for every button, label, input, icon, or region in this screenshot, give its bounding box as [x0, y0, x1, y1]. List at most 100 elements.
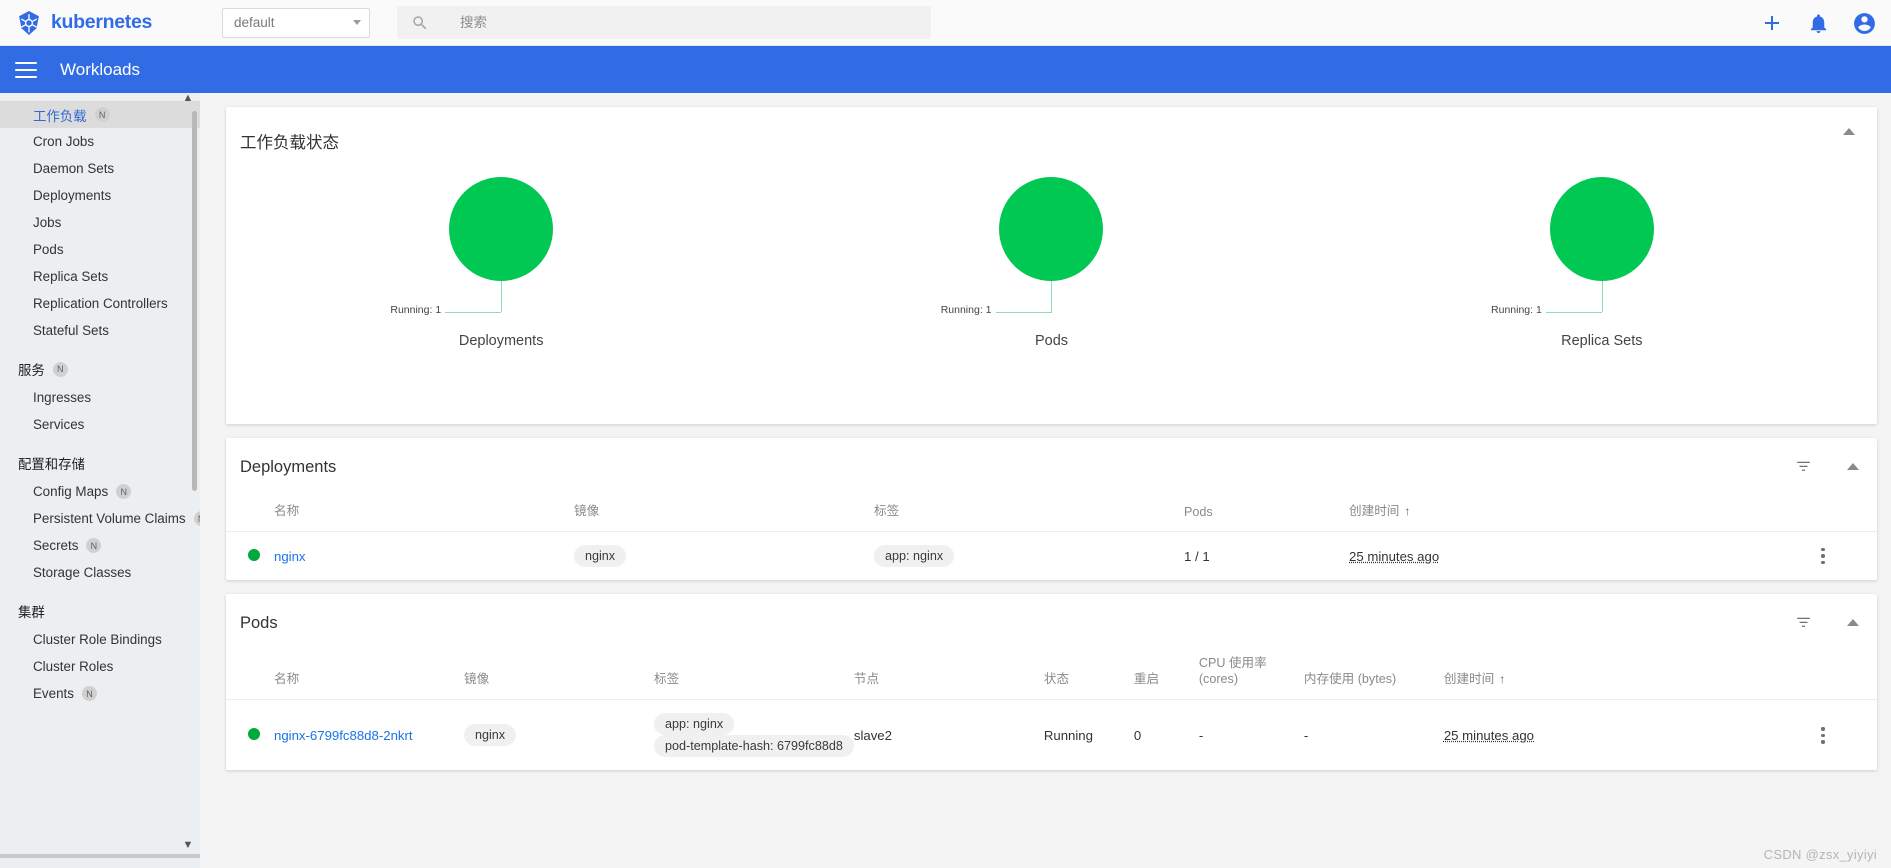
- pods-th-image[interactable]: 镜像: [464, 647, 654, 701]
- graph-legend-label: Running: 1: [1491, 304, 1542, 316]
- sidebar: ▲ 工作负载 N Cron Jobs Daemon Sets Deployments Jo…: [0, 93, 200, 868]
- namespaced-badge: N: [81, 686, 97, 701]
- pods-th-created[interactable]: 创建时间 ↑: [1443, 647, 1821, 701]
- search-box[interactable]: [397, 6, 931, 39]
- th-pods[interactable]: Pods: [1184, 491, 1349, 532]
- workload-status-graphs: Running: 1 Deployments Running: 1 Pods Runni…: [226, 159, 1877, 389]
- sidebar-item-events[interactable]: Events N: [0, 680, 200, 707]
- sidebar-item-daemon-sets[interactable]: Daemon Sets: [0, 155, 200, 182]
- sidebar-scrollbar[interactable]: [192, 111, 197, 491]
- workload-status-card: 工作负载状态 Running: 1 Deployments Running: 1 Po…: [226, 107, 1877, 424]
- label-chip: nginx: [464, 724, 517, 747]
- sidebar-item-label: Daemon Sets: [33, 161, 115, 176]
- th-created-label: 创建时间: [1349, 504, 1400, 518]
- sidebar-item-label: Cluster Role Bindings: [33, 632, 162, 647]
- status-donut[interactable]: [1549, 177, 1654, 281]
- more-options-icon[interactable]: [1821, 727, 1825, 744]
- sidebar-item-cluster-roles[interactable]: Cluster Roles: [0, 653, 200, 680]
- pod-created-value[interactable]: 25 minutes ago: [1444, 728, 1534, 743]
- sidebar-item-cluster-role-bindings[interactable]: Cluster Role Bindings: [0, 626, 200, 653]
- pods-filter-icon[interactable]: [1794, 613, 1813, 632]
- sidebar-bottom-divider: [0, 854, 200, 858]
- pods-th-name[interactable]: 名称: [274, 647, 464, 701]
- workload-graph-pods: Running: 1 Pods: [776, 159, 1326, 389]
- pods-th-state[interactable]: 状态: [1043, 647, 1134, 701]
- deployment-created-value[interactable]: 25 minutes ago: [1349, 549, 1439, 564]
- sidebar-item-stateful-sets[interactable]: Stateful Sets: [0, 317, 200, 344]
- sidebar-item-services[interactable]: Services: [0, 411, 200, 438]
- pods-th-memory[interactable]: 内存使用 (bytes): [1303, 647, 1444, 701]
- leader-line-vertical: [501, 281, 503, 312]
- th-image[interactable]: 镜像: [574, 491, 874, 532]
- sidebar-item-label: Pods: [33, 242, 64, 257]
- sidebar-item-deployments[interactable]: Deployments: [0, 182, 200, 209]
- sidebar-scroll-down-icon[interactable]: ▼: [179, 836, 197, 854]
- pod-restarts: 0: [1133, 727, 1142, 743]
- deployments-collapse-chevron-up-icon[interactable]: [1847, 463, 1859, 470]
- page-title: Workloads: [60, 59, 140, 79]
- sidebar-item-config-maps[interactable]: Config Maps N: [0, 478, 200, 505]
- sidebar-item-label: Jobs: [33, 215, 62, 230]
- row-status-indicator: [226, 532, 274, 581]
- sidebar-item-label: Ingresses: [33, 390, 92, 405]
- deployments-card: Deployments 名称 镜像 标签 Pods 创建时间 ↑ nginx n…: [226, 438, 1877, 580]
- pods-th-cpu-line1: CPU 使用率: [1198, 656, 1267, 670]
- table-row[interactable]: nginx-6799fc88d8-2nkrt nginx app: nginx pod…: [226, 700, 1877, 771]
- bell-icon[interactable]: [1805, 10, 1831, 36]
- namespaced-badge: N: [116, 484, 132, 499]
- graph-legend-leader: Running: 1: [226, 281, 776, 323]
- sidebar-item-replica-sets[interactable]: Replica Sets: [0, 263, 200, 290]
- th-created[interactable]: 创建时间 ↑: [1349, 491, 1821, 532]
- sidebar-item-storage-classes[interactable]: Storage Classes: [0, 559, 200, 586]
- sidebar-item-cron-jobs[interactable]: Cron Jobs: [0, 128, 200, 155]
- pod-row-actions[interactable]: [1821, 700, 1877, 771]
- pods-th-cpu[interactable]: CPU 使用率 (cores): [1198, 647, 1304, 701]
- sidebar-item-工作负载[interactable]: 工作负载 N: [0, 101, 200, 128]
- workload-status-title: 工作负载状态: [240, 134, 339, 152]
- more-options-icon[interactable]: [1821, 547, 1825, 565]
- pods-th-actions: [1821, 647, 1877, 701]
- sidebar-item-secrets[interactable]: Secrets N: [0, 532, 200, 559]
- collapse-chevron-up-icon[interactable]: [1843, 128, 1855, 135]
- th-status: [226, 491, 274, 532]
- pod-created[interactable]: 25 minutes ago: [1444, 700, 1821, 771]
- deployment-row-actions[interactable]: [1821, 532, 1877, 581]
- sidebar-item-ingresses[interactable]: Ingresses: [0, 384, 200, 411]
- sidebar-item-jobs[interactable]: Jobs: [0, 209, 200, 236]
- sidebar-item-label: Stateful Sets: [33, 323, 109, 338]
- namespace-selector[interactable]: default: [222, 7, 370, 38]
- label-chip: app: nginx: [654, 713, 735, 736]
- pods-th-restarts[interactable]: 重启: [1133, 647, 1199, 701]
- status-donut[interactable]: [449, 177, 554, 281]
- pods-th-cpu-line2: (cores): [1198, 671, 1239, 686]
- sort-asc-icon: ↑: [1404, 504, 1411, 518]
- sidebar-item-replication-controllers[interactable]: Replication Controllers: [0, 290, 200, 317]
- sidebar-item-label: Persistent Volume Claims: [33, 511, 186, 526]
- brand[interactable]: kubernetes: [0, 10, 206, 36]
- deployment-created[interactable]: 25 minutes ago: [1349, 532, 1821, 581]
- plus-icon[interactable]: [1759, 10, 1785, 36]
- pod-memory: -: [1303, 727, 1309, 743]
- pods-table: 名称 镜像 标签 节点 状态 重启 CPU 使用率 (cores) 内存使用 (…: [226, 647, 1877, 770]
- pods-card: Pods 名称 镜像 标签 节点 状态 重启 CPU 使用率 (cores) 内…: [226, 594, 1877, 771]
- pod-name-value[interactable]: nginx-6799fc88d8-2nkrt: [274, 728, 413, 743]
- search-input[interactable]: [460, 15, 917, 30]
- pods-th-labels[interactable]: 标签: [654, 647, 854, 701]
- pods-collapse-chevron-up-icon[interactable]: [1847, 619, 1859, 626]
- pod-name[interactable]: nginx-6799fc88d8-2nkrt: [274, 700, 464, 771]
- status-donut[interactable]: [999, 177, 1104, 281]
- sidebar-scroll-up-icon[interactable]: ▲: [179, 93, 197, 107]
- hamburger-icon[interactable]: [15, 61, 37, 78]
- pods-th-node[interactable]: 节点: [853, 647, 1044, 701]
- filter-icon[interactable]: [1794, 457, 1813, 476]
- table-row[interactable]: nginx nginx app: nginx 1 / 1 25 minutes ago: [226, 532, 1877, 581]
- namespaced-badge: N: [94, 107, 110, 122]
- kubernetes-logo-icon: [19, 10, 39, 35]
- deployment-name[interactable]: nginx: [274, 532, 574, 581]
- th-name[interactable]: 名称: [274, 491, 574, 532]
- th-labels[interactable]: 标签: [874, 491, 1184, 532]
- sidebar-item-persistent-volume-claims[interactable]: Persistent Volume Claims N: [0, 505, 200, 532]
- deployment-name-value[interactable]: nginx: [274, 549, 306, 564]
- account-circle-icon[interactable]: [1851, 10, 1877, 36]
- sidebar-item-pods[interactable]: Pods: [0, 236, 200, 263]
